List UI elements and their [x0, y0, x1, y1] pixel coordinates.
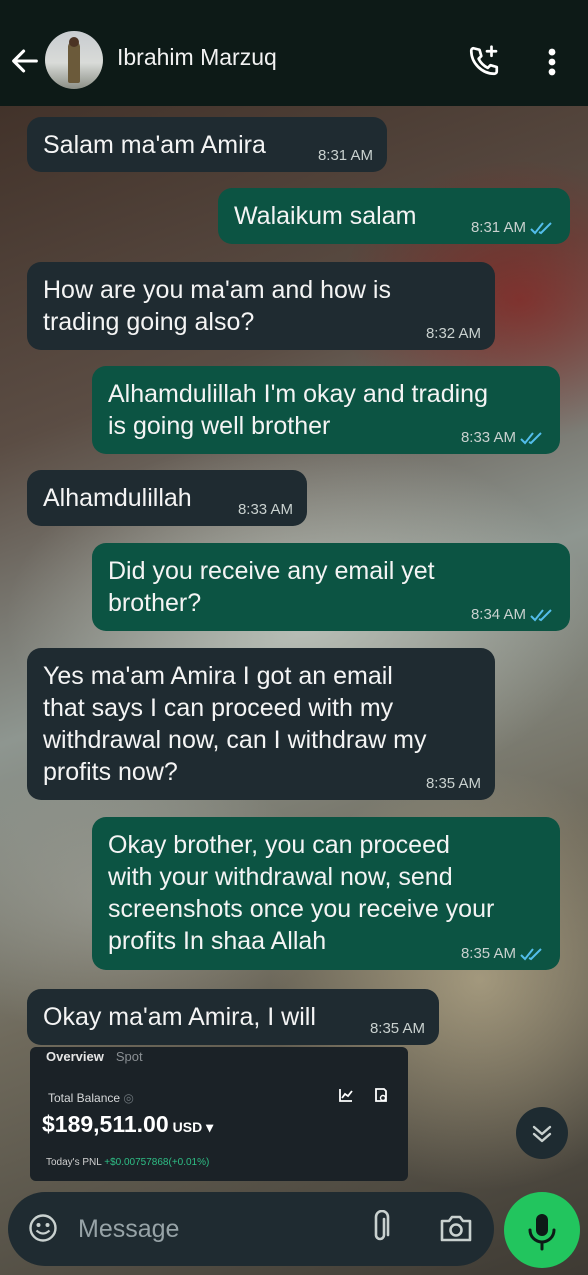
camera-icon[interactable] [438, 1211, 474, 1245]
message-time: 8:35 AM [369, 1020, 425, 1037]
message-time: 8:34 AM [470, 606, 526, 623]
message-text: Yes ma'am Amira I got an email that says… [43, 662, 427, 786]
message-text: Okay brother, you can proceed with your … [108, 831, 495, 955]
attach-icon[interactable] [366, 1210, 394, 1246]
incoming-message[interactable]: Alhamdulillah 8:33 AM [27, 470, 307, 526]
message-time: 8:35 AM [425, 775, 481, 792]
more-vertical-icon[interactable] [538, 45, 566, 79]
outgoing-message[interactable]: Walaikum salam 8:31 AM [218, 188, 570, 244]
message-time: 8:32 AM [425, 325, 481, 342]
total-balance-value: $189,511.00 [42, 1111, 169, 1137]
avatar[interactable] [45, 31, 103, 89]
incoming-message[interactable]: How are you ma'am and how is trading goi… [27, 262, 495, 350]
contact-name[interactable]: Ibrahim Marzuq [117, 44, 277, 71]
pnl-label: Today's PNL [46, 1157, 102, 1168]
message-text: Okay ma'am Amira, I will [43, 1003, 316, 1031]
arrow-left-icon[interactable] [8, 44, 42, 78]
incoming-message[interactable]: Salam ma'am Amira 8:31 AM [27, 117, 387, 172]
chart-icon [339, 1089, 353, 1102]
tab-spot: Spot [115, 1049, 143, 1064]
double-check-icon [520, 948, 542, 961]
message-time: 8:35 AM [460, 945, 516, 962]
message-input[interactable]: Message [78, 1215, 179, 1244]
incoming-message[interactable]: Okay ma'am Amira, I will 8:35 AM [27, 989, 439, 1045]
message-time: 8:33 AM [460, 429, 516, 446]
currency-select: USD ▾ [172, 1119, 214, 1135]
outgoing-message[interactable]: Did you receive any email yet brother? 8… [92, 543, 570, 631]
pnl-value: +$0.00757868(+0.01%) [104, 1157, 210, 1168]
attached-screenshot[interactable]: Overview Spot Total Balance ◎ $189,511.00… [30, 1047, 408, 1181]
scroll-down-button[interactable] [516, 1107, 568, 1159]
chevron-down-icon [532, 1125, 552, 1143]
double-check-icon [530, 609, 552, 622]
total-balance-label: Total Balance [48, 1091, 121, 1105]
message-text: How are you ma'am and how is trading goi… [43, 276, 391, 336]
chat-header: Ibrahim Marzuq [0, 0, 588, 106]
history-icon [375, 1088, 387, 1102]
add-call-icon[interactable] [466, 43, 502, 79]
emoji-icon[interactable] [28, 1213, 58, 1243]
outgoing-message[interactable]: Alhamdulillah I'm okay and trading is go… [92, 366, 560, 454]
double-check-icon [530, 222, 552, 235]
microphone-icon [528, 1214, 556, 1251]
voice-message-button[interactable] [504, 1192, 580, 1268]
double-check-icon [520, 432, 542, 445]
outgoing-message[interactable]: Okay brother, you can proceed with your … [92, 817, 560, 970]
tab-overview: Overview [46, 1049, 104, 1064]
message-time: 8:31 AM [470, 219, 526, 236]
eye-icon: ◎ [123, 1091, 134, 1105]
incoming-message[interactable]: Yes ma'am Amira I got an email that says… [27, 648, 495, 800]
message-time: 8:33 AM [237, 501, 293, 518]
message-time: 8:31 AM [317, 147, 373, 164]
